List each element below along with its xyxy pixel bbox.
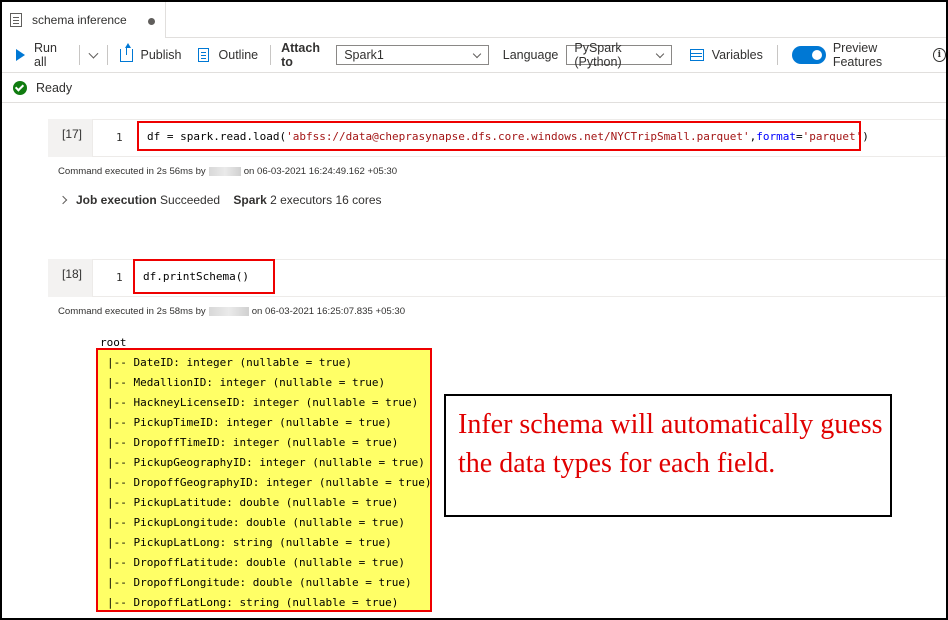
preview-features-toggle[interactable] <box>791 46 826 64</box>
variables-icon <box>689 49 704 61</box>
execution-info: Command executed in 2s 58ms by on 06-03-… <box>58 306 405 317</box>
line-number: 1 <box>116 271 123 284</box>
code-token: df.printSchema() <box>143 270 249 283</box>
publish-icon <box>119 42 133 62</box>
publish-button[interactable]: Publish <box>108 39 182 71</box>
schema-field-line: |-- PickupLongitude: double (nullable = … <box>107 516 406 529</box>
schema-field-line: |-- PickupLatLong: string (nullable = tr… <box>107 536 392 549</box>
status-text: Ready <box>36 80 73 95</box>
redacted-user <box>208 307 249 316</box>
run-all-button[interactable]: Run all <box>2 39 69 71</box>
code-token: ) <box>862 129 869 143</box>
chevron-down-icon[interactable] <box>88 48 99 58</box>
tab-schema-inference[interactable]: schema inference <box>2 2 166 38</box>
job-label: Job execution <box>76 193 157 207</box>
code-token: = <box>796 129 803 143</box>
code-token: , <box>749 129 757 143</box>
code-line-highlight[interactable]: df.printSchema() <box>133 259 275 294</box>
toolbar-divider <box>776 45 778 65</box>
variables-label: Variables <box>711 48 763 62</box>
preview-features-label: Preview Features <box>832 41 883 69</box>
variables-button[interactable]: Variables <box>680 39 763 71</box>
schema-field-line: |-- DropoffLatitude: double (nullable = … <box>107 556 406 569</box>
exec-prefix: Command executed in 2s 56ms by <box>58 166 206 177</box>
schema-field-line: |-- DropoffTimeID: integer (nullable = t… <box>107 436 399 449</box>
schema-output: |-- DateID: integer (nullable = true) |-… <box>96 348 432 612</box>
language-select[interactable]: PySpark (Python) <box>566 41 672 69</box>
status-bar: Ready <box>2 72 946 103</box>
code-string: 'abfss://data@cheprasynapse.dfs.core.win… <box>286 129 750 143</box>
schema-field-line: |-- DropoffLatLong: string (nullable = t… <box>107 596 399 609</box>
code-string: 'parquet' <box>802 129 863 143</box>
language-label: Language <box>502 48 559 62</box>
chevron-right-icon <box>58 195 68 205</box>
tab-title: schema inference <box>32 13 127 27</box>
notebook-window: schema inference Run all Publish Outline… <box>0 0 948 620</box>
outline-label: Outline <box>218 48 259 62</box>
info-icon[interactable]: i <box>932 48 946 62</box>
unsaved-dot-icon[interactable] <box>148 18 155 25</box>
schema-field-line: |-- DropoffGeographyID: integer (nullabl… <box>107 476 432 489</box>
play-icon <box>16 49 25 61</box>
notebook-icon <box>10 13 22 27</box>
cell-execution-count: [18] <box>48 259 92 297</box>
schema-field-line: |-- PickupTimeID: integer (nullable = tr… <box>107 416 392 429</box>
exec-suffix: on 06-03-2021 16:25:07.835 +05:30 <box>251 306 406 317</box>
exec-suffix: on 06-03-2021 16:24:49.162 +05:30 <box>243 166 398 177</box>
code-keyword: format <box>756 129 797 143</box>
redacted-user <box>208 167 241 176</box>
code-line-highlight[interactable]: df = spark.read.load('abfss://data@chepr… <box>137 121 869 151</box>
spark-detail: 2 executors 16 cores <box>270 193 382 207</box>
checkmark-icon <box>13 80 27 95</box>
attach-to-select[interactable]: Spark1 <box>336 45 489 65</box>
schema-field-line: |-- HackneyLicenseID: integer (nullable … <box>107 396 419 409</box>
exec-prefix: Command executed in 2s 58ms by <box>58 306 206 317</box>
schema-field-line: |-- PickupGeographyID: integer (nullable… <box>107 456 425 469</box>
outline-icon <box>197 48 209 62</box>
toolbar: Run all Publish Outline Attach to Spark1… <box>2 39 946 71</box>
execution-info: Command executed in 2s 56ms by on 06-03-… <box>58 166 397 177</box>
outline-button[interactable]: Outline <box>182 39 259 71</box>
job-status: Succeeded <box>160 193 221 207</box>
attach-to-label: Attach to <box>281 41 320 69</box>
spark-label: Spark <box>233 193 267 207</box>
line-number: 1 <box>116 131 123 144</box>
cell-execution-count: [17] <box>48 119 92 157</box>
code-token: df = spark.read.load( <box>147 129 287 143</box>
job-execution-summary[interactable]: Job execution Succeeded Spark 2 executor… <box>58 193 382 207</box>
schema-field-line: |-- DropoffLongitude: double (nullable =… <box>107 576 412 589</box>
tab-strip: schema inference <box>2 2 946 38</box>
schema-field-line: |-- PickupLatitude: double (nullable = t… <box>107 496 399 509</box>
toolbar-divider <box>78 45 80 65</box>
schema-field-line: |-- DateID: integer (nullable = true) <box>107 356 353 369</box>
run-all-label: Run all <box>34 41 57 69</box>
annotation-callout: Infer schema will automatically guess th… <box>444 394 892 517</box>
chevron-down-icon <box>472 49 481 59</box>
attach-to-value: Spark1 <box>344 48 384 62</box>
schema-field-line: |-- MedallionID: integer (nullable = tru… <box>107 376 386 389</box>
publish-label: Publish <box>140 48 182 62</box>
toolbar-divider <box>270 45 272 65</box>
